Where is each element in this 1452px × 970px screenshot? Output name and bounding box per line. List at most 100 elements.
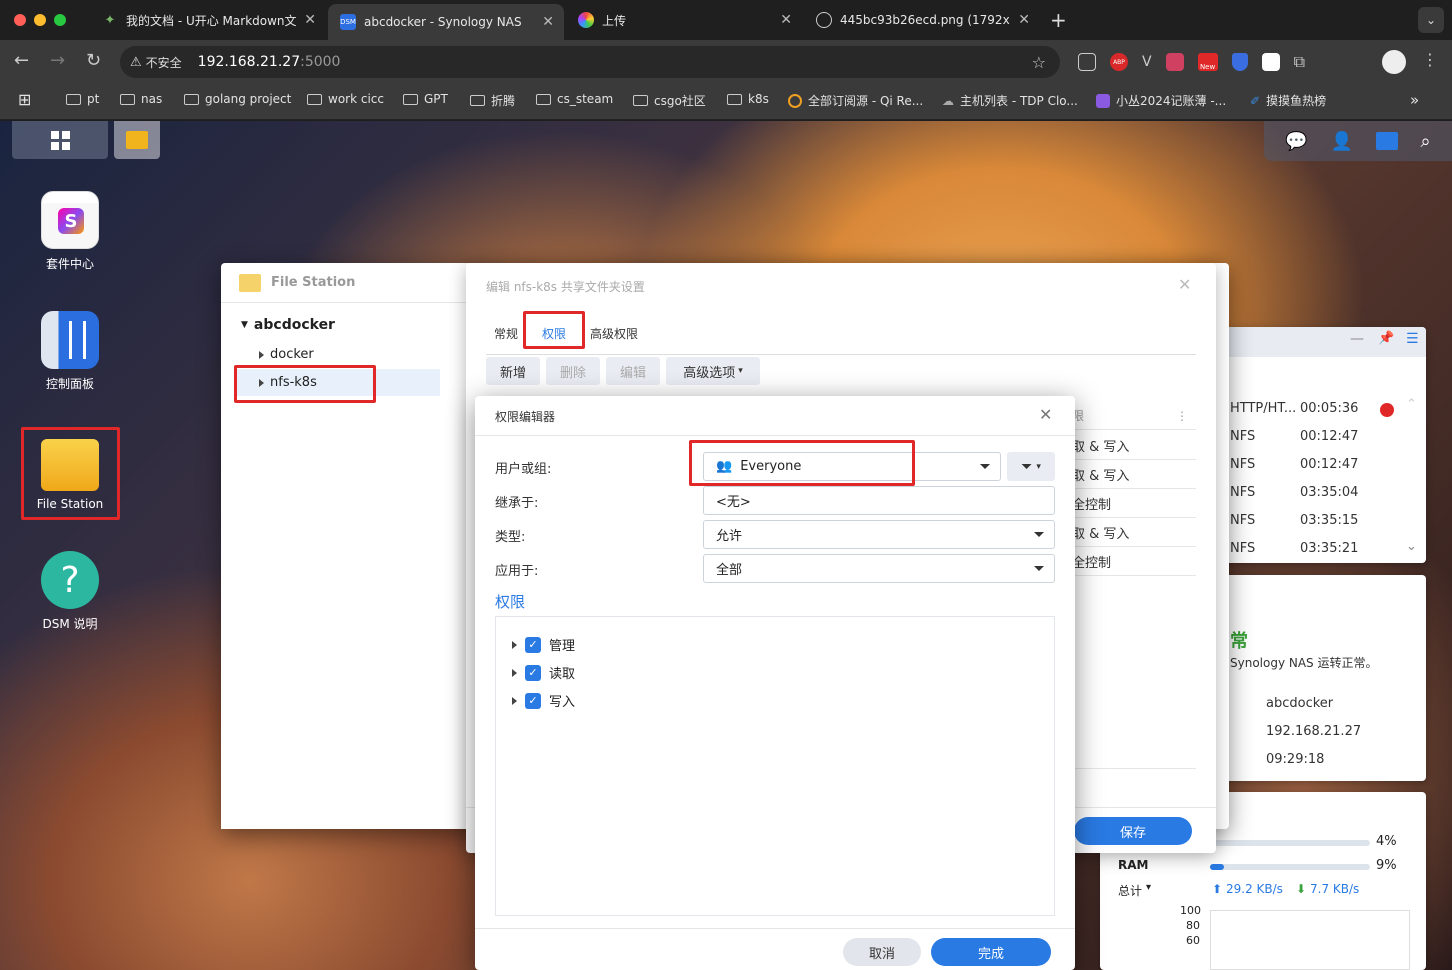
disconnect-icon[interactable] [1380, 403, 1394, 417]
maximize-window-button[interactable] [54, 14, 66, 26]
table-row[interactable]: 全控制 [1072, 489, 1196, 518]
star-icon[interactable]: ☆ [1032, 53, 1046, 72]
close-tab-icon[interactable]: ✕ [1018, 12, 1030, 28]
apps-grid-icon[interactable]: ⊞ [18, 90, 31, 109]
puzzle-icon[interactable]: ⧉ [1294, 52, 1305, 72]
minimize-icon[interactable]: — [1350, 331, 1364, 347]
bookmark-item[interactable]: work cicc [307, 92, 384, 106]
close-icon[interactable]: ✕ [1039, 405, 1052, 424]
dropdown-icon[interactable]: ▾ [1146, 882, 1151, 893]
add-button[interactable]: 新增 [486, 357, 540, 385]
dropdown-icon: ▾ [1036, 461, 1041, 472]
desktop-icon-package-center[interactable]: S 套件中心 [22, 191, 118, 272]
bookmark-item[interactable]: nas [120, 92, 162, 106]
close-tab-icon[interactable]: ✕ [542, 14, 554, 30]
bookmark-item[interactable]: ✐ 摸摸鱼热榜 [1250, 92, 1326, 109]
close-tab-icon[interactable]: ✕ [780, 12, 792, 28]
browser-tab[interactable]: 445bc93b26ecd.png (1792x ✕ [804, 6, 1040, 34]
translate-icon[interactable] [1165, 53, 1184, 71]
bookmark-item[interactable]: ☁ 主机列表 - TDP Clo... [942, 92, 1078, 109]
avatar[interactable] [1382, 50, 1406, 74]
close-window-button[interactable] [14, 14, 26, 26]
permission-item-write[interactable]: ✓ 写入 [512, 691, 575, 710]
taskbar-file-station[interactable] [114, 121, 160, 159]
main-menu-button[interactable] [12, 121, 108, 159]
desktop-icon-control-panel[interactable]: 控制面板 [22, 311, 118, 392]
reload-icon[interactable]: ↻ [86, 50, 101, 71]
chevron-down-icon[interactable]: ⌄ [1406, 539, 1417, 554]
desktop-icon-dsm-help[interactable]: ? DSM 说明 [22, 551, 118, 632]
permission-item-manage[interactable]: ✓ 管理 [512, 635, 575, 654]
address-bar[interactable]: ⚠ 不安全 192.168.21.27 :5000 ☆ [120, 46, 1060, 78]
delete-button[interactable]: 删除 [546, 357, 600, 385]
checkbox-checked[interactable]: ✓ [525, 636, 541, 653]
apply-to-select[interactable]: 全部 [703, 554, 1055, 583]
table-row[interactable]: 取 & 写入 [1072, 431, 1196, 460]
done-button[interactable]: 完成 [931, 938, 1051, 966]
caret-right-icon[interactable] [512, 668, 517, 677]
highlight-box [689, 440, 915, 486]
tab-general[interactable]: 常规 [494, 325, 518, 342]
adblock-icon[interactable]: ABP [1110, 53, 1128, 71]
back-icon[interactable]: ← [14, 50, 29, 71]
connection-time: 03:35:04 [1300, 485, 1359, 500]
bookmark-item[interactable]: 折腾 [470, 92, 515, 109]
chevron-up-icon[interactable]: ⌃ [1406, 397, 1417, 412]
column-menu-icon[interactable]: ⋮ [1176, 409, 1188, 423]
advanced-options-button[interactable]: 高级选项 ▾ [666, 357, 760, 385]
more-menu-icon[interactable]: ⋮ [1422, 50, 1438, 69]
browser-tab[interactable]: ✦ 我的文档 - U开心 Markdown文 ✕ [90, 6, 326, 34]
bookmark-item[interactable]: golang project [184, 92, 291, 106]
browser-tab[interactable]: 上传 ✕ [566, 6, 802, 34]
more-bookmarks-icon[interactable]: » [1410, 91, 1419, 109]
bookmark-item[interactable]: 小丛2024记账薄 -... [1096, 92, 1226, 109]
close-tab-icon[interactable]: ✕ [304, 12, 316, 28]
permission-item-read[interactable]: ✓ 读取 [512, 663, 575, 682]
connection-type: NFS [1230, 457, 1256, 472]
extension-icon[interactable] [1261, 53, 1280, 71]
filter-button[interactable]: ⏷ ▾ [1007, 452, 1055, 481]
checkbox-checked[interactable]: ✓ [525, 664, 541, 681]
extension-icon[interactable] [1078, 53, 1096, 71]
table-row[interactable]: 取 & 写入 [1072, 460, 1196, 489]
tab-search-button[interactable]: ⌄ [1418, 7, 1444, 33]
new-extension-icon[interactable]: New [1197, 53, 1218, 71]
bookmark-item[interactable]: cs_steam [536, 92, 613, 106]
browser-tab-bar: ✦ 我的文档 - U开心 Markdown文 ✕ DSM abcdocker -… [0, 0, 1452, 40]
cancel-button[interactable]: 取消 [843, 938, 921, 966]
close-icon[interactable]: ✕ [1178, 275, 1191, 294]
browser-tab-active[interactable]: DSM abcdocker - Synology NAS ✕ [328, 4, 564, 40]
checkbox-checked[interactable]: ✓ [525, 692, 541, 709]
bookmark-item[interactable]: GPT [403, 92, 448, 106]
pin-icon[interactable]: 📌 [1378, 331, 1394, 346]
bookmark-item[interactable]: csgo社区 [633, 92, 706, 109]
user-icon[interactable]: 👤 [1331, 131, 1353, 152]
caret-right-icon[interactable] [512, 696, 517, 705]
table-row[interactable]: 取 & 写入 [1072, 518, 1196, 547]
edit-button[interactable]: 编辑 [606, 357, 660, 385]
bookmark-item[interactable]: pt [66, 92, 99, 106]
new-tab-button[interactable]: + [1050, 8, 1067, 32]
folder-icon [126, 131, 148, 149]
selected-value: 允许 [716, 529, 743, 544]
bookmark-item[interactable]: k8s [727, 92, 769, 106]
table-row[interactable]: 全控制 [1072, 547, 1196, 576]
tab-advanced-permissions[interactable]: 高级权限 [590, 325, 638, 342]
chat-icon[interactable]: 💬 [1285, 131, 1307, 152]
caret-right-icon[interactable] [512, 640, 517, 649]
widgets-icon[interactable] [1375, 132, 1398, 150]
forward-icon[interactable]: → [50, 50, 65, 71]
tree-item-docker[interactable]: docker [259, 347, 314, 362]
minimize-window-button[interactable] [34, 14, 46, 26]
bookmark-label: pt [87, 92, 100, 106]
connection-time: 00:05:36 [1300, 401, 1359, 416]
notebook-icon [1096, 93, 1110, 108]
tree-root[interactable]: ▼ abcdocker [241, 317, 335, 333]
vue-icon[interactable]: V [1142, 54, 1152, 70]
menu-icon[interactable]: ☰ [1406, 331, 1419, 347]
save-button[interactable]: 保存 [1074, 817, 1192, 845]
type-select[interactable]: 允许 [703, 520, 1055, 549]
bitwarden-icon[interactable] [1231, 53, 1248, 71]
bookmark-item[interactable]: 全部订阅源 - Qi Re... [788, 92, 923, 109]
search-icon[interactable]: ⌕ [1421, 131, 1431, 152]
